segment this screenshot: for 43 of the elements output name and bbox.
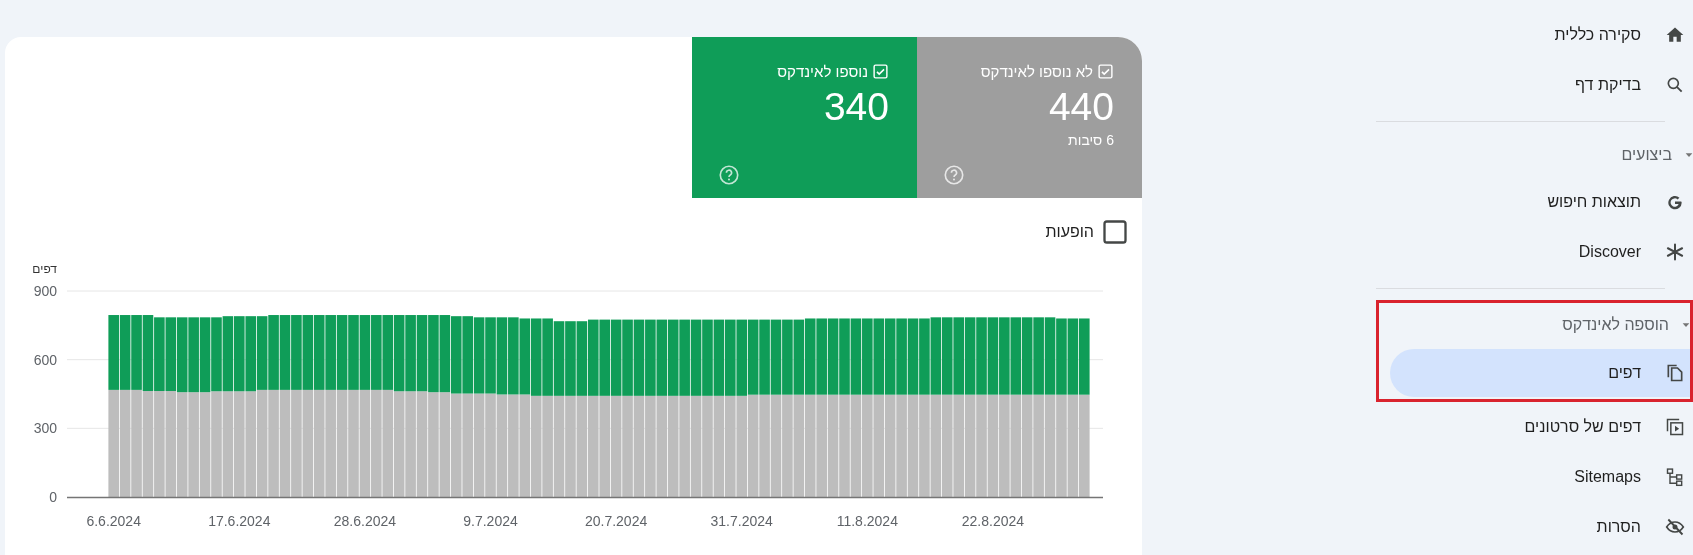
metric-label: לא נוספו לאינדקס [980,63,1093,80]
eye-off-icon [1665,517,1685,537]
metric-value: 440 [1048,86,1114,128]
sitemap-icon [1665,467,1685,487]
pages-icon [1665,363,1685,383]
nav-item[interactable]: הסרות [1376,502,1693,552]
help-icon [943,164,965,186]
axis-label: 9.7.2024 [463,513,518,529]
nav-item[interactable]: דפים [1390,349,1690,397]
axis-label: 600 [33,351,57,368]
checkbox-label: הופעות [1045,223,1094,241]
checkbox[interactable] [1101,218,1129,246]
checkbox[interactable] [1097,63,1114,80]
nav-item[interactable]: Discover [1376,227,1693,277]
caret-icon [1681,320,1691,330]
section-header[interactable]: ביצועים [1621,133,1693,177]
metric-label: נוספו לאינדקס [777,63,868,80]
home-icon [1665,25,1685,45]
checkbox[interactable] [872,63,889,80]
search-icon [1665,75,1685,95]
axis-label: 20.7.2024 [584,513,648,529]
nav-item[interactable]: דפים של סרטונים [1376,402,1693,452]
axis-label: 6.6.2024 [86,513,141,529]
video-page-icon [1665,417,1685,437]
axis-label: 0 [49,489,57,505]
axis-label: 31.7.2024 [710,513,773,529]
axis-label: 22.8.2024 [961,513,1025,529]
nav-item[interactable]: בדיקת דף [1376,60,1693,110]
axis-label: 300 [33,420,57,437]
axis-label: 900 [33,283,57,299]
axis-label: 11.8.2024 [836,513,898,529]
caret-icon [1684,150,1693,160]
axis-title: דפים [32,262,57,276]
nav-item[interactable]: Sitemaps [1376,452,1693,502]
nav-item[interactable]: תוצאות חיפוש [1376,177,1693,227]
metric-subtitle: 6 סיבות [1068,132,1114,148]
metric-value: 340 [823,86,889,128]
section-header[interactable]: הוספה לאינדקס [1562,303,1691,347]
help-icon [718,164,740,186]
axis-label: 28.6.2024 [333,513,397,529]
asterisk-icon [1665,242,1685,262]
axis-label: 17.6.2024 [208,513,271,529]
nav-item[interactable]: סקירה כללית [1376,10,1693,60]
